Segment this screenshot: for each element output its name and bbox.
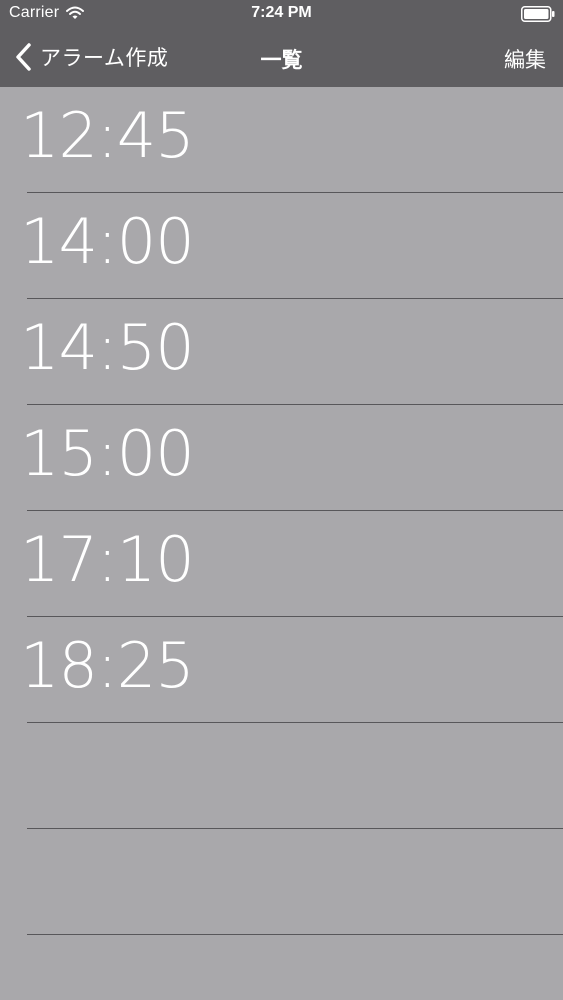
alarm-time: 17:10 — [20, 523, 195, 596]
alarm-list: 12:45 14:00 14:50 15:00 17:10 18:25 — [0, 87, 563, 1000]
alarm-row[interactable]: 12:45 — [20, 87, 563, 193]
alarm-row[interactable]: 14:00 — [20, 193, 563, 299]
status-clock: 7:24 PM — [251, 4, 312, 21]
alarm-time: 14:50 — [20, 311, 195, 384]
alarm-time: 14:00 — [20, 205, 195, 278]
empty-row — [27, 723, 563, 829]
battery-full-icon — [521, 6, 555, 22]
alarm-time: 12:45 — [20, 99, 195, 172]
edit-button[interactable]: 編集 — [504, 44, 546, 74]
alarm-row[interactable]: 18:25 — [20, 617, 563, 723]
alarm-row[interactable]: 17:10 — [20, 511, 563, 617]
status-bar: Carrier 7:24 PM — [0, 0, 563, 30]
page-title: 一覧 — [260, 49, 303, 72]
navigation-bar: アラーム作成 一覧 編集 — [0, 30, 563, 87]
alarm-row[interactable]: 15:00 — [20, 405, 563, 511]
alarm-time: 18:25 — [20, 629, 195, 702]
empty-row — [27, 829, 563, 935]
alarm-time: 15:00 — [20, 417, 195, 490]
alarm-row[interactable]: 14:50 — [20, 299, 563, 405]
top-bar: Carrier 7:24 PM アラーム作成 一覧 編集 — [0, 0, 563, 87]
